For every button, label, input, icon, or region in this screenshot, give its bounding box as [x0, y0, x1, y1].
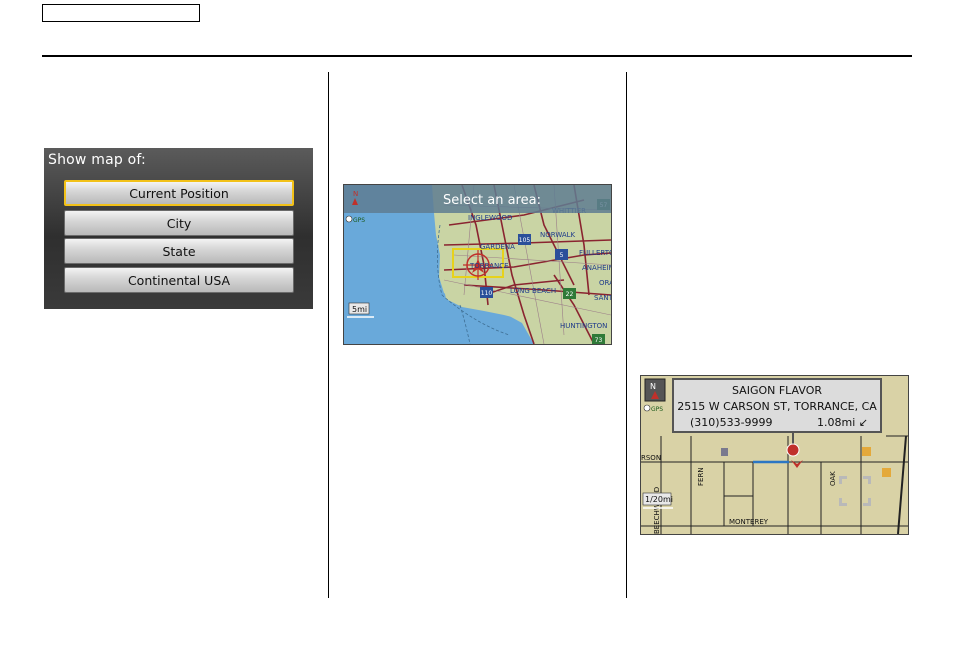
building-icon: [721, 448, 728, 456]
street-label-fern: FERN: [697, 467, 705, 486]
city-label-santa-ana: SANTA ANA: [594, 294, 611, 302]
north-arrow-icon-street: N: [644, 378, 666, 402]
area-map-canvas[interactable]: INGLEWOOD WHITTIER NORWALK GARDENA FULLE…: [344, 185, 611, 344]
area-select-map[interactable]: INGLEWOOD WHITTIER NORWALK GARDENA FULLE…: [343, 184, 612, 345]
svg-text:N: N: [353, 190, 358, 198]
poi-address: 2515 W CARSON ST, TORRANCE, CA: [677, 400, 877, 413]
street-label-monterey: MONTEREY: [729, 518, 769, 526]
svg-text:N: N: [650, 382, 656, 391]
restaurant-icon-2: [882, 468, 891, 477]
city-button[interactable]: City: [64, 210, 294, 236]
street-map-screen[interactable]: RSON FERN OAK MONTEREY BEECHWOOD N GPS 1…: [640, 375, 909, 535]
poi-name: SAIGON FLAVOR: [731, 384, 823, 397]
poi-distance: 1.08mi: [817, 416, 856, 429]
show-map-menu-screen: Show map of: Current Position City State…: [44, 148, 313, 309]
city-label-orange: ORANGE: [599, 279, 611, 287]
restaurant-icon: [862, 447, 871, 456]
street-label-carson: RSON: [641, 454, 661, 462]
shield-5: 5: [560, 252, 564, 259]
city-label-inglewood: INGLEWOOD: [468, 214, 512, 222]
column-divider-right: [626, 72, 627, 598]
svg-text:1/20mi: 1/20mi: [645, 495, 673, 504]
direction-arrow-icon: ↙: [858, 416, 868, 429]
continental-usa-button[interactable]: Continental USA: [64, 267, 294, 293]
select-area-prompt: Select an area:: [443, 193, 541, 208]
city-label-gardena: GARDENA: [480, 243, 515, 251]
state-button[interactable]: State: [64, 238, 294, 264]
svg-text:GPS: GPS: [353, 217, 365, 224]
poi-info-popup[interactable]: SAIGON FLAVOR 2515 W CARSON ST, TORRANCE…: [672, 378, 882, 433]
city-label-huntington: HUNTINGTON: [560, 322, 607, 330]
city-label-norwalk: NORWALK: [540, 231, 576, 239]
menu-title: Show map of:: [48, 152, 146, 168]
city-label-fullerton: FULLERTON: [579, 249, 611, 257]
column-divider-left: [328, 72, 329, 598]
header-rule: [42, 55, 912, 57]
poi-phone: (310)533-9999: [690, 416, 773, 429]
svg-text:5mi: 5mi: [352, 305, 367, 314]
shield-22: 22: [566, 291, 574, 298]
current-position-button[interactable]: Current Position: [64, 180, 294, 206]
city-label-anaheim: ANAHEIM: [582, 264, 611, 272]
shield-110: 110: [481, 290, 493, 297]
svg-text:GPS: GPS: [651, 406, 663, 413]
city-label-torrance: TORRANCE: [469, 262, 509, 270]
shield-105: 105: [519, 237, 531, 244]
shield-73: 73: [595, 337, 603, 344]
city-label-long-beach: LONG BEACH: [510, 287, 556, 295]
header-box: [42, 4, 200, 22]
street-label-oak: OAK: [829, 471, 837, 486]
